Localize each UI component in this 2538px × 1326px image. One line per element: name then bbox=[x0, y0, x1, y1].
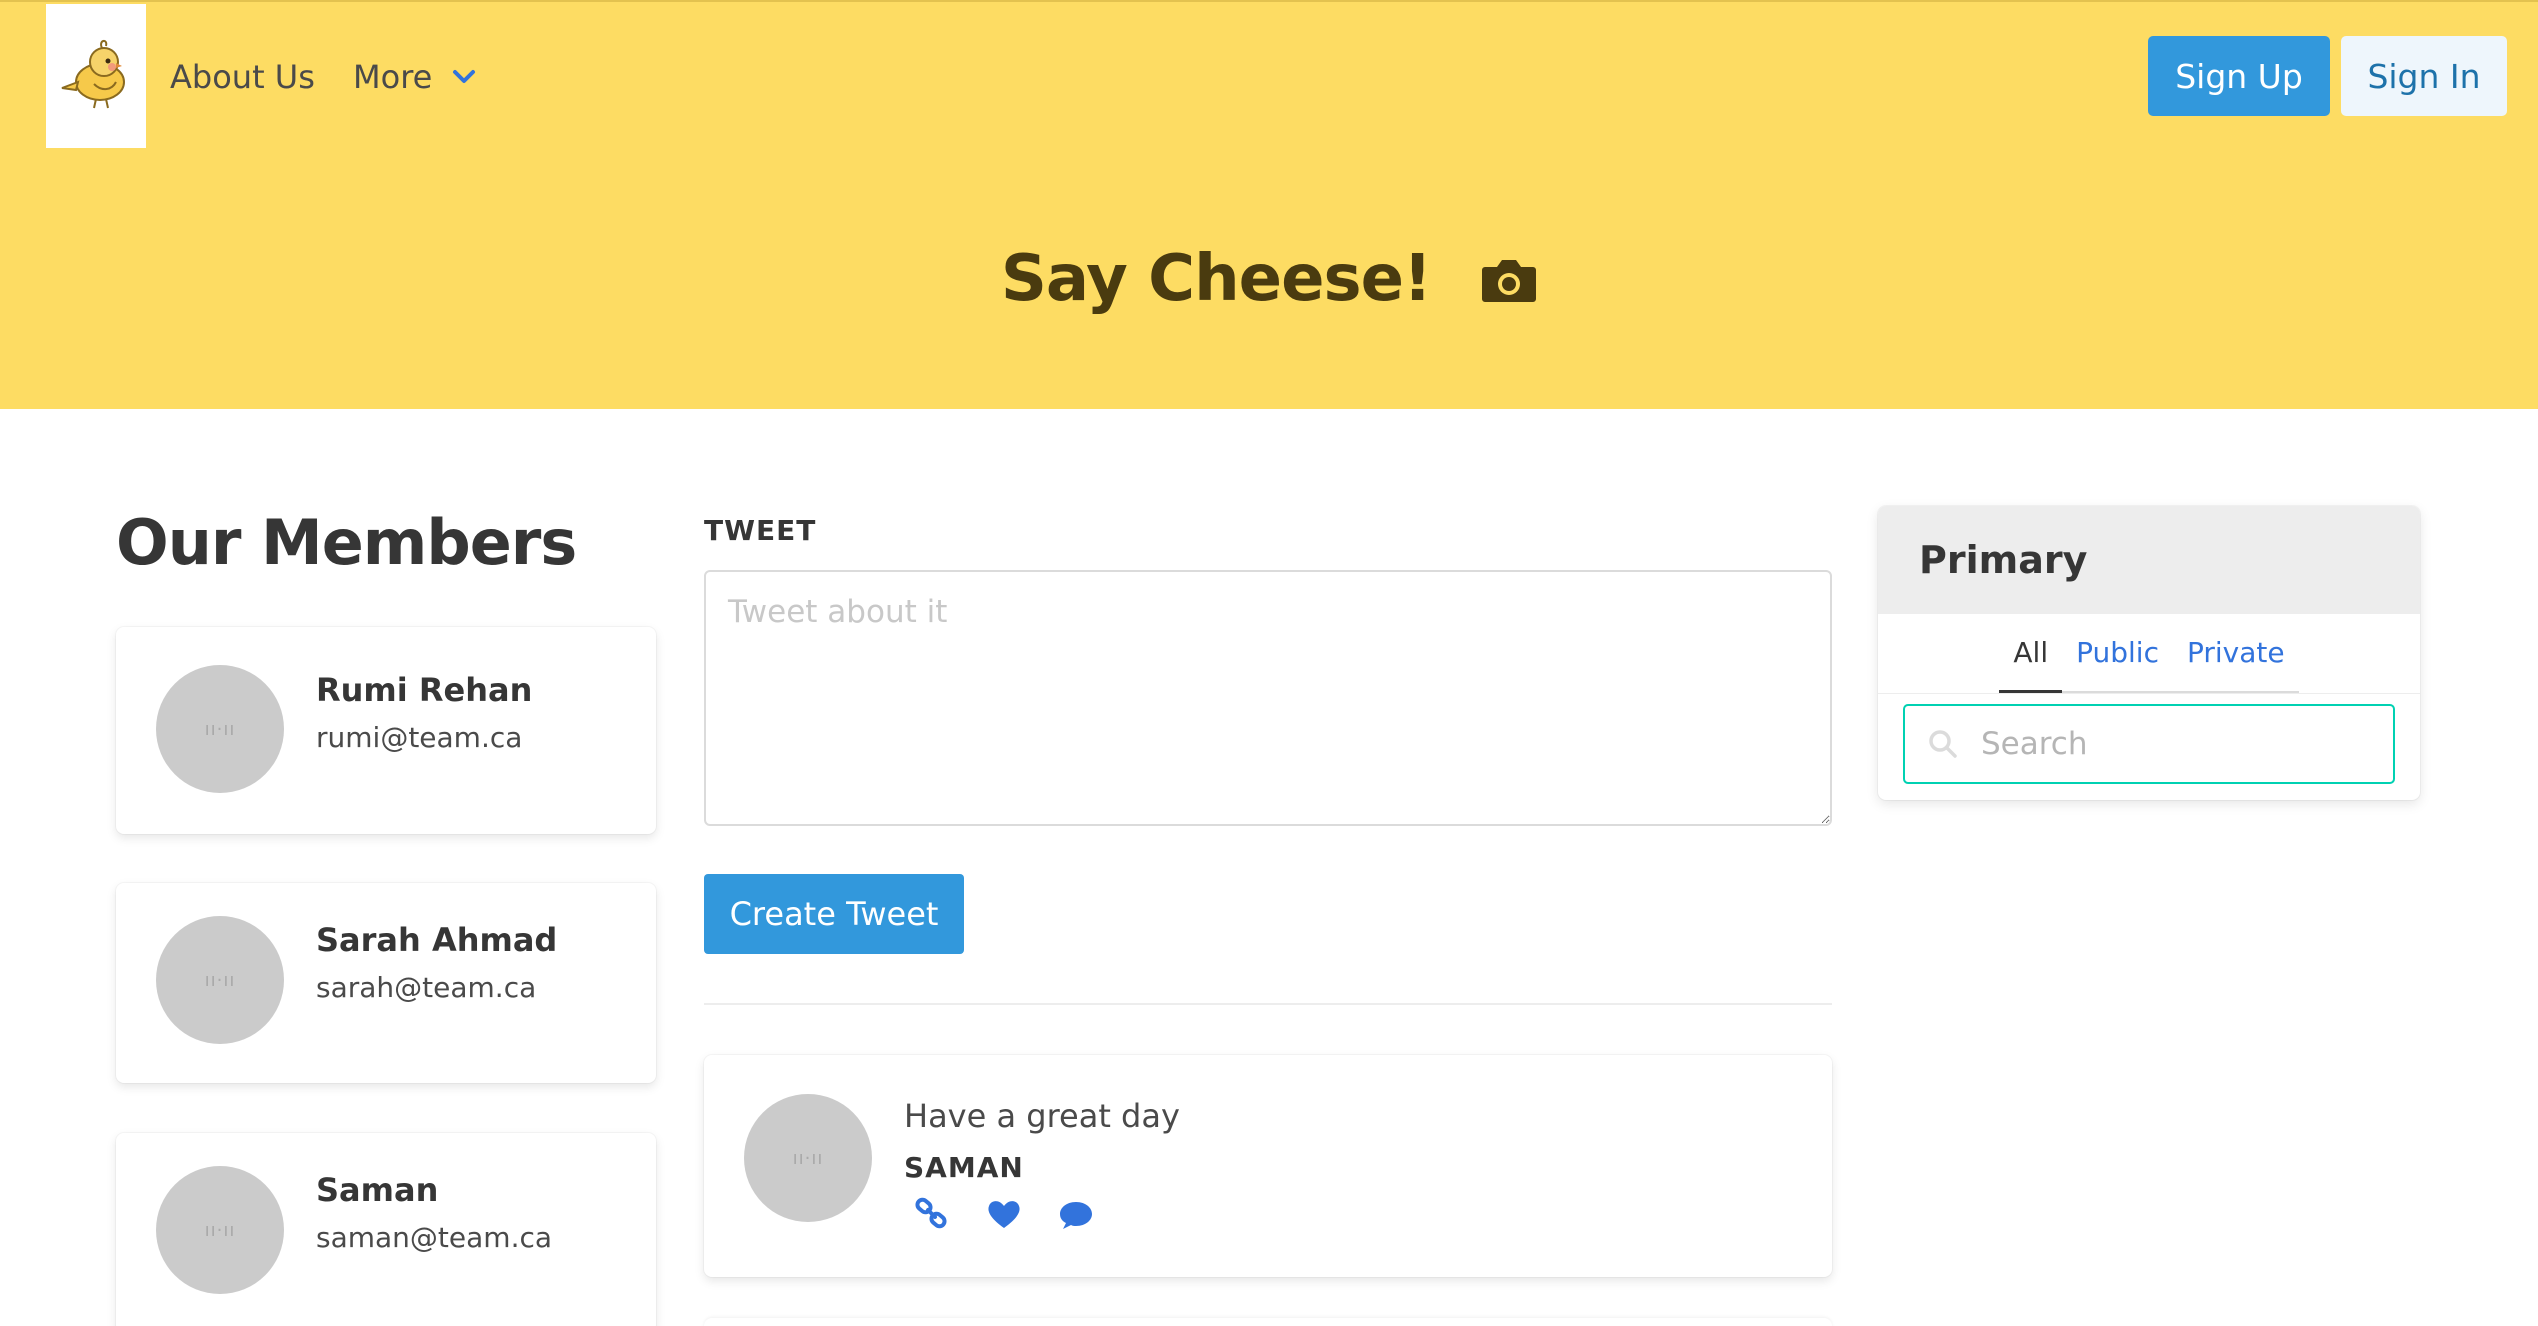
search-icon bbox=[1929, 730, 1957, 758]
tweet-text: Have a great day bbox=[904, 1097, 1180, 1135]
tab-private[interactable]: Private bbox=[2172, 614, 2299, 693]
member-email: saman@team.ca bbox=[316, 1221, 553, 1254]
sign-in-button[interactable]: Sign In bbox=[2341, 36, 2507, 116]
link-icon[interactable] bbox=[914, 1197, 950, 1231]
panel-search bbox=[1903, 704, 2395, 784]
tweet-card: ıı·ıı Have a great day SAMAN bbox=[704, 1055, 1832, 1277]
member-card[interactable]: ıı·ıı Saman saman@team.ca bbox=[116, 1133, 656, 1326]
camera-icon bbox=[1482, 260, 1537, 302]
logo[interactable] bbox=[46, 4, 146, 148]
bird-logo-icon bbox=[61, 40, 125, 109]
panel-tabs: All Public Private bbox=[1878, 614, 2420, 694]
hero-heading: Say Cheese! bbox=[0, 242, 2538, 316]
member-name: Sarah Ahmad bbox=[316, 921, 558, 959]
tab-all[interactable]: All bbox=[1999, 614, 2063, 693]
avatar: ıı·ıı bbox=[156, 1166, 284, 1294]
avatar: ıı·ıı bbox=[156, 916, 284, 1044]
avatar: ıı·ıı bbox=[156, 665, 284, 793]
chevron-down-icon bbox=[453, 70, 476, 83]
tweet-actions bbox=[914, 1197, 1094, 1231]
avatar: ıı·ıı bbox=[744, 1094, 872, 1222]
hero-title: Say Cheese! bbox=[1000, 242, 1432, 316]
member-email: rumi@team.ca bbox=[316, 721, 523, 754]
nav-more-label: More bbox=[353, 58, 433, 96]
member-email: sarah@team.ca bbox=[316, 971, 537, 1004]
nav-more-dropdown[interactable]: More bbox=[353, 52, 478, 102]
create-tweet-button[interactable]: Create Tweet bbox=[704, 874, 964, 954]
nav-about-label: About Us bbox=[170, 58, 315, 96]
members-heading: Our Members bbox=[116, 506, 577, 579]
member-card[interactable]: ıı·ıı Rumi Rehan rumi@team.ca bbox=[116, 627, 656, 834]
hero-banner: About Us More Sign Up Sign In Say Cheese… bbox=[0, 0, 2538, 409]
heart-icon[interactable] bbox=[986, 1197, 1022, 1231]
tweet-author: SAMAN bbox=[904, 1151, 1024, 1184]
member-card[interactable]: ıı·ıı Sarah Ahmad sarah@team.ca bbox=[116, 883, 656, 1083]
member-name: Saman bbox=[316, 1171, 439, 1209]
divider bbox=[704, 1003, 1832, 1005]
panel-heading: Primary bbox=[1878, 506, 2420, 614]
sign-up-button[interactable]: Sign Up bbox=[2148, 36, 2330, 116]
member-name: Rumi Rehan bbox=[316, 671, 533, 709]
search-input[interactable] bbox=[1981, 726, 2381, 762]
nav-about-us[interactable]: About Us bbox=[170, 52, 315, 102]
tweet-card-partial bbox=[704, 1318, 1832, 1326]
comment-icon[interactable] bbox=[1058, 1197, 1094, 1231]
tab-public[interactable]: Public bbox=[2062, 614, 2173, 693]
tweet-textarea[interactable] bbox=[704, 570, 1832, 826]
primary-panel: Primary All Public Private bbox=[1878, 506, 2420, 800]
tweet-label: TWEET bbox=[704, 514, 817, 547]
